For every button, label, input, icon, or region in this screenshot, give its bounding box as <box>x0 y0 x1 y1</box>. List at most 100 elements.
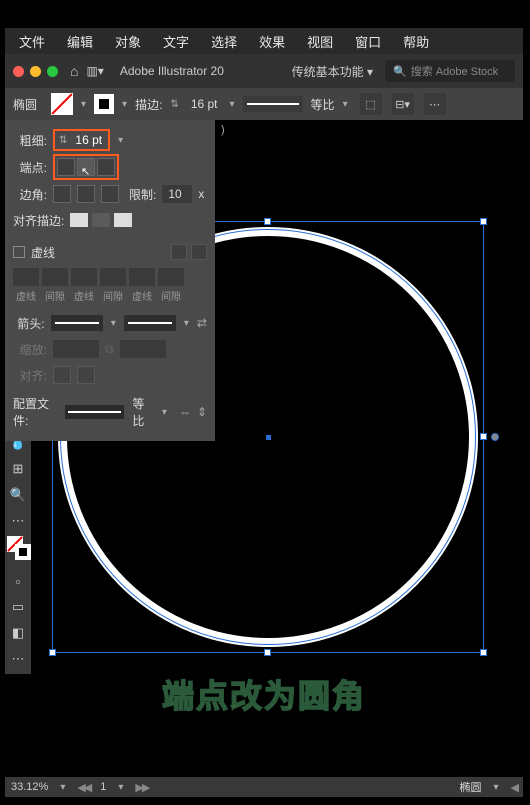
dash-field-6[interactable] <box>158 268 184 286</box>
arrow-label: 箭头: <box>13 315 45 332</box>
arrow-end-dd-icon[interactable]: ▾ <box>182 318 191 329</box>
profile-value: 等比 <box>132 395 154 429</box>
swap-arrows-icon[interactable]: ⇄ <box>197 316 207 330</box>
stroke-swatch[interactable] <box>94 94 114 114</box>
center-point <box>266 435 271 440</box>
handle-top-mid[interactable] <box>264 218 271 225</box>
handle-bottom-left[interactable] <box>49 649 56 656</box>
handle-bottom-right[interactable] <box>480 649 487 656</box>
dash-preserve-button[interactable] <box>171 244 187 260</box>
align-stroke-center-button[interactable] <box>70 213 88 227</box>
cap-butt-button[interactable] <box>57 158 75 176</box>
corner-bevel-button[interactable] <box>101 185 119 203</box>
scale-link-icon: ⧉ <box>105 342 114 357</box>
profile-dropdown[interactable] <box>65 405 124 419</box>
menu-view[interactable]: 视图 <box>297 29 343 54</box>
weight-field[interactable]: 16 pt <box>71 133 106 147</box>
cap-round-button[interactable]: ↖ <box>77 158 95 176</box>
handle-mid-right[interactable] <box>480 433 487 440</box>
limit-x: x <box>198 187 204 201</box>
profile-dd-icon[interactable]: ▾ <box>160 407 169 418</box>
more-options-icon[interactable]: ⋯ <box>424 93 446 115</box>
dash-align-button[interactable] <box>191 244 207 260</box>
edit-toolbar-icon[interactable]: ⋯ <box>7 648 29 670</box>
handle-bottom-mid[interactable] <box>264 649 271 656</box>
dash-field-2[interactable] <box>42 268 68 286</box>
arrow-start-dd-icon[interactable]: ▾ <box>109 318 118 329</box>
screen-mode-icon[interactable]: ▭ <box>7 596 29 618</box>
minimize-window[interactable] <box>30 66 41 77</box>
weight-stepper-icon[interactable]: ⇅ <box>57 135 69 146</box>
artboard-number[interactable]: 1 <box>100 781 106 793</box>
arrow-start-dropdown[interactable] <box>51 315 103 331</box>
tool-more[interactable]: ⋯ <box>7 510 29 532</box>
dash-labels: 虚线间隙虚线间隙虚线间隙 <box>13 288 207 303</box>
zoom-dropdown-icon[interactable]: ▾ <box>58 782 67 793</box>
artboard-prev-icon[interactable]: ◀◀ <box>77 781 90 794</box>
home-icon[interactable]: ⌂ <box>70 63 78 79</box>
stroke-profile-preview[interactable] <box>243 96 303 112</box>
stroke-weight-dropdown-icon[interactable]: ▾ <box>228 99 237 110</box>
handle-top-right[interactable] <box>480 218 487 225</box>
stroke-box[interactable] <box>15 544 31 560</box>
scroll-left-icon[interactable]: ◀ <box>511 781 517 794</box>
stroke-profile-dropdown-icon[interactable]: ▾ <box>341 99 350 110</box>
dash-field-1[interactable] <box>13 268 39 286</box>
pie-widget[interactable] <box>491 433 499 441</box>
align-icon[interactable]: ⊟▾ <box>392 93 414 115</box>
stroke-panel: 粗细: ⇅ 16 pt ▾ 端点: ↖ 边角: 限制: 10 x 对齐描边: 虚… <box>5 120 215 441</box>
dash-field-4[interactable] <box>100 268 126 286</box>
arrow-align-label: 对齐: <box>13 367 47 384</box>
menu-effect[interactable]: 效果 <box>249 29 295 54</box>
menu-help[interactable]: 帮助 <box>393 29 439 54</box>
cap-projecting-button[interactable] <box>97 158 115 176</box>
menu-object[interactable]: 对象 <box>105 29 151 54</box>
artboard-next-icon[interactable]: ▶▶ <box>135 781 148 794</box>
corner-miter-button[interactable] <box>53 185 71 203</box>
fill-swatch[interactable] <box>51 93 73 115</box>
stroke-stepper-icon[interactable]: ⇅ <box>168 99 180 110</box>
artboard-dd-icon[interactable]: ▾ <box>116 782 125 793</box>
color-mode-icon[interactable]: ▫ <box>7 570 29 592</box>
weight-label: 粗细: <box>13 132 47 149</box>
close-window[interactable] <box>13 66 24 77</box>
menu-bar: 文件 编辑 对象 文字 选择 效果 视图 窗口 帮助 <box>5 28 523 54</box>
align-stroke-inside-button[interactable] <box>92 213 110 227</box>
arrow-end-dropdown[interactable] <box>124 315 176 331</box>
opacity-icon[interactable]: ⬚ <box>360 93 382 115</box>
menu-edit[interactable]: 编辑 <box>57 29 103 54</box>
status-bar: 33.12% ▾ ◀◀ 1 ▾ ▶▶ 椭圆 ▾ ◀ <box>5 777 523 797</box>
fill-dropdown-icon[interactable]: ▾ <box>79 99 88 110</box>
stroke-profile-label: 等比 <box>311 96 335 113</box>
limit-field[interactable]: 10 <box>162 185 192 203</box>
dashed-checkbox[interactable] <box>13 246 25 258</box>
scale-label: 缩放: <box>13 341 47 358</box>
dash-field-3[interactable] <box>71 268 97 286</box>
arrow-align-tip-button <box>77 366 95 384</box>
tool-zoom[interactable]: 🔍 <box>7 484 29 506</box>
flip-along-icon[interactable]: ⇔ <box>179 405 191 419</box>
corner-round-button[interactable] <box>77 185 95 203</box>
stroke-weight-field[interactable]: 16 pt <box>187 97 222 111</box>
workspace-preset[interactable]: 传统基本功能 ▾ <box>292 63 373 80</box>
menu-select[interactable]: 选择 <box>201 29 247 54</box>
maximize-window[interactable] <box>47 66 58 77</box>
layout-icon[interactable]: ▥▾ <box>86 64 103 78</box>
menu-file[interactable]: 文件 <box>9 29 55 54</box>
fill-stroke-control[interactable] <box>7 536 29 566</box>
menu-type[interactable]: 文字 <box>153 29 199 54</box>
weight-dropdown-icon[interactable]: ▾ <box>116 135 125 146</box>
flip-across-icon[interactable]: ⇕ <box>197 405 207 419</box>
options-bar: 椭圆 ▾ ▾ 描边: ⇅ 16 pt ▾ 等比 ▾ ⬚ ⊟▾ ⋯ <box>5 88 523 120</box>
search-input[interactable]: 🔍 搜索 Adobe Stock <box>385 60 515 82</box>
menu-window[interactable]: 窗口 <box>345 29 391 54</box>
zoom-level[interactable]: 33.12% <box>11 781 48 793</box>
annotation-caption: 端点改为圆角 <box>162 671 366 717</box>
stroke-dropdown-icon[interactable]: ▾ <box>120 99 129 110</box>
dash-field-5[interactable] <box>129 268 155 286</box>
status-dd-icon[interactable]: ▾ <box>492 782 501 793</box>
align-stroke-outside-button[interactable] <box>114 213 132 227</box>
drawmode-icon[interactable]: ◧ <box>7 622 29 644</box>
document-tab[interactable]: ) <box>215 120 225 140</box>
tool-artboard[interactable]: ⊞ <box>7 458 29 480</box>
